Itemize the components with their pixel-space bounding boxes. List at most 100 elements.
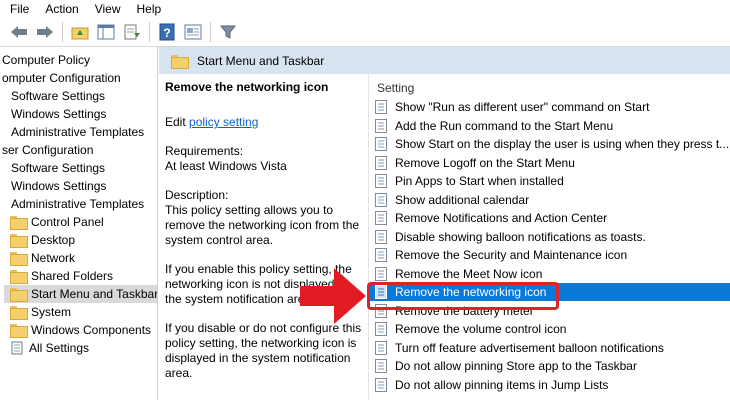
list-item-label: Show additional calendar xyxy=(395,192,530,207)
pane-header: Start Menu and Taskbar xyxy=(159,47,730,74)
tree-item-all-settings[interactable]: All Settings xyxy=(10,339,89,357)
policy-setting-icon xyxy=(375,118,387,133)
tree-item-start-menu-and-taskbar[interactable]: Start Menu and Taskbar xyxy=(4,285,157,303)
list-item[interactable]: Remove Logoff on the Start Menu xyxy=(369,154,730,172)
tree-item-label: Control Panel xyxy=(31,215,104,229)
requirements-block: Requirements: At least Windows Vista xyxy=(165,144,365,174)
svg-text:?: ? xyxy=(163,26,170,40)
list-item[interactable]: Remove the battery meter xyxy=(369,302,730,320)
tree-item-windows-settings[interactable]: Windows Settings xyxy=(11,105,106,123)
edit-line: Edit policy setting xyxy=(165,115,366,130)
list-item-label: Add the Run command to the Start Menu xyxy=(395,118,614,133)
tree-item-system[interactable]: System xyxy=(10,303,71,321)
menu-view[interactable]: View xyxy=(95,0,129,18)
list-item[interactable]: Turn off feature advertisement balloon n… xyxy=(369,339,730,357)
list-item[interactable]: Remove the volume control icon xyxy=(369,320,730,338)
tree-item-network[interactable]: Network xyxy=(10,249,75,267)
tree-item-user-windows-settings[interactable]: Windows Settings xyxy=(11,177,106,195)
tree-item-desktop[interactable]: Desktop xyxy=(10,231,75,249)
tree-item-label: omputer Configuration xyxy=(2,71,121,85)
policy-setting-icon xyxy=(375,211,387,225)
list-item-selected[interactable]: Remove the networking icon xyxy=(369,283,730,301)
tree-pane: Computer Policy omputer Configuration So… xyxy=(0,47,158,400)
policy-setting-icon xyxy=(375,359,387,373)
folder-icon xyxy=(10,216,28,230)
policy-setting-icon xyxy=(375,174,387,188)
menu-bar: File Action View Help xyxy=(0,0,730,18)
list-item[interactable]: Show "Run as different user" command on … xyxy=(369,98,730,116)
tree-item-windows-components[interactable]: Windows Components xyxy=(10,321,151,339)
list-item[interactable]: Pin Apps to Start when installed xyxy=(369,172,730,190)
tree-item-label: ser Configuration xyxy=(2,143,94,157)
list-item-label: Remove the Security and Maintenance icon xyxy=(395,248,628,262)
properties-icon[interactable] xyxy=(182,21,204,43)
toolbar-separator xyxy=(62,22,63,42)
filter-icon[interactable] xyxy=(217,21,239,43)
tree-item-computer-policy[interactable]: Computer Policy xyxy=(2,51,90,69)
policy-setting-icon xyxy=(375,322,387,336)
tree-item-label: Shared Folders xyxy=(31,269,114,283)
toolbar: ? xyxy=(0,18,730,46)
list-item-label: Show Start on the display the user is us… xyxy=(395,137,730,151)
list-item[interactable]: Remove Notifications and Action Center xyxy=(369,209,730,227)
policy-setting-icon xyxy=(375,137,387,151)
tree-item-label: Administrative Templates xyxy=(11,125,145,139)
tree-item-label: Administrative Templates xyxy=(11,197,145,211)
list-item[interactable]: Show Start on the display the user is us… xyxy=(369,135,730,153)
tree-item-label: Computer Policy xyxy=(2,53,91,67)
list-item[interactable]: Do not allow pinning Store app to the Ta… xyxy=(369,357,730,375)
export-list-icon[interactable] xyxy=(121,21,143,43)
tree-item-user-software-settings[interactable]: Software Settings xyxy=(11,159,105,177)
tree-item-shared-folders[interactable]: Shared Folders xyxy=(10,267,113,285)
tree-item-control-panel[interactable]: Control Panel xyxy=(10,213,104,231)
tree-item-label: Network xyxy=(31,251,76,265)
toolbar-separator xyxy=(210,22,211,42)
all-settings-icon xyxy=(10,341,24,360)
menu-file[interactable]: File xyxy=(10,0,37,18)
tree-item-administrative-templates[interactable]: Administrative Templates xyxy=(11,123,144,141)
tree-item-user-administrative-templates[interactable]: Administrative Templates xyxy=(11,195,144,213)
tree-item-label: System xyxy=(31,305,72,319)
list-item-label: Remove the volume control icon xyxy=(395,322,567,336)
edit-policy-setting-link[interactable]: policy setting xyxy=(189,115,258,129)
tree-item-label: Windows Settings xyxy=(11,179,107,193)
folder-icon xyxy=(10,234,28,248)
folder-icon xyxy=(10,252,28,266)
list-item-label: Remove the Meet Now icon xyxy=(395,266,543,281)
list-item-label: Do not allow pinning items in Jump Lists xyxy=(395,377,609,392)
list-item-label: Remove the battery meter xyxy=(395,303,534,318)
list-item[interactable]: Remove the Meet Now icon xyxy=(369,265,730,283)
policy-setting-icon xyxy=(375,192,387,207)
list-item-label: Show "Run as different user" command on … xyxy=(395,100,650,114)
list-item[interactable]: Show additional calendar xyxy=(369,191,730,209)
show-hide-tree-icon[interactable] xyxy=(95,21,117,43)
tree-item-label: Windows Settings xyxy=(11,107,107,121)
menu-action[interactable]: Action xyxy=(45,0,86,18)
menu-help[interactable]: Help xyxy=(137,0,170,18)
help-icon[interactable]: ? xyxy=(156,21,178,43)
tree-item-label: Software Settings xyxy=(11,89,106,103)
column-header-setting[interactable]: Setting xyxy=(377,80,414,96)
list-item[interactable]: Remove the Security and Maintenance icon xyxy=(369,246,730,264)
tree-item-software-settings[interactable]: Software Settings xyxy=(11,87,105,105)
tree-item-label: All Settings xyxy=(29,341,90,355)
tree-item-computer-configuration[interactable]: omputer Configuration xyxy=(2,69,121,87)
list-item[interactable]: Do not allow pinning items in Jump Lists xyxy=(369,376,730,394)
edit-prefix: Edit xyxy=(165,115,190,129)
policy-setting-icon xyxy=(375,229,387,244)
tree-item-user-configuration[interactable]: ser Configuration xyxy=(2,141,93,159)
policy-setting-icon xyxy=(375,266,387,281)
folder-icon xyxy=(10,288,28,302)
policy-title: Remove the networking icon xyxy=(165,80,329,94)
folder-icon xyxy=(10,270,28,284)
back-icon[interactable] xyxy=(8,21,30,43)
tree-item-label: Desktop xyxy=(31,233,76,247)
list-item[interactable]: Add the Run command to the Start Menu xyxy=(369,117,730,135)
forward-icon[interactable] xyxy=(34,21,56,43)
list-item-label: Turn off feature advertisement balloon n… xyxy=(395,340,664,355)
up-folder-icon[interactable] xyxy=(69,21,91,43)
list-item[interactable]: Disable showing balloon notifications as… xyxy=(369,228,730,246)
description-panel: Remove the networking icon Edit policy s… xyxy=(159,74,366,400)
settings-list: Setting Show "Run as different user" com… xyxy=(368,74,730,400)
folder-icon xyxy=(10,324,28,338)
